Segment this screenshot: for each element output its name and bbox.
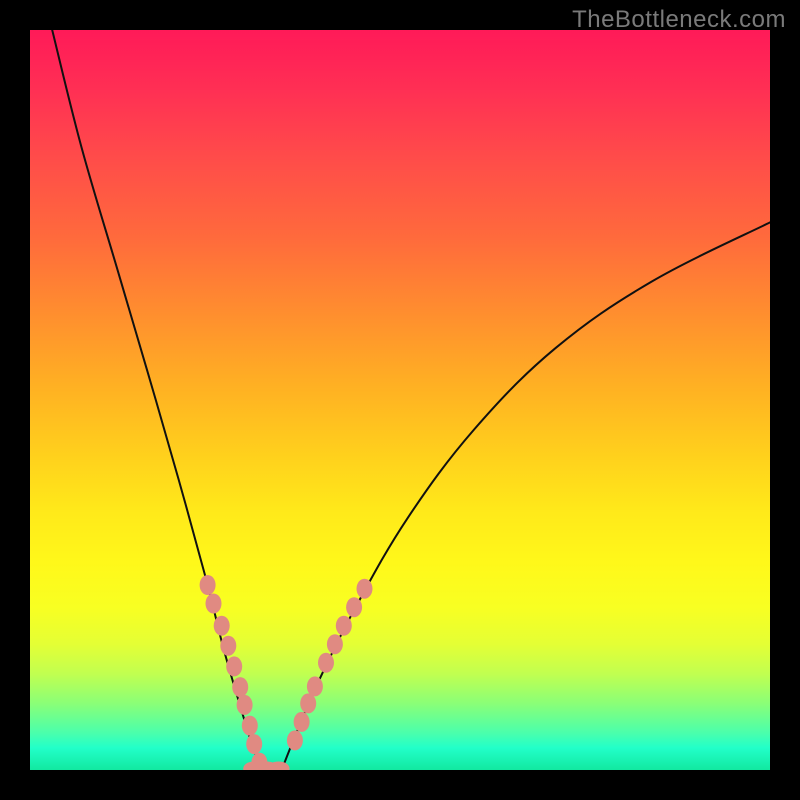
data-marker xyxy=(214,616,230,636)
data-marker xyxy=(357,579,373,599)
data-marker xyxy=(232,677,248,697)
data-marker xyxy=(226,656,242,676)
data-marker xyxy=(327,634,343,654)
chart-frame: TheBottleneck.com xyxy=(0,0,800,800)
data-marker xyxy=(206,594,222,614)
data-marker xyxy=(237,695,253,715)
data-marker xyxy=(336,616,352,636)
data-marker xyxy=(246,734,262,754)
data-marker xyxy=(300,693,316,713)
data-marker xyxy=(200,575,216,595)
left-curve xyxy=(52,30,259,770)
watermark-text: TheBottleneck.com xyxy=(572,6,786,34)
data-marker xyxy=(242,716,258,736)
data-marker xyxy=(287,730,303,750)
marker-nodes xyxy=(200,575,373,770)
data-marker xyxy=(294,712,310,732)
right-curve xyxy=(282,222,770,770)
data-marker xyxy=(220,636,236,656)
curves-layer xyxy=(30,30,770,770)
plot-area xyxy=(30,30,770,770)
data-marker xyxy=(346,597,362,617)
data-marker xyxy=(307,676,323,696)
data-marker xyxy=(318,653,334,673)
